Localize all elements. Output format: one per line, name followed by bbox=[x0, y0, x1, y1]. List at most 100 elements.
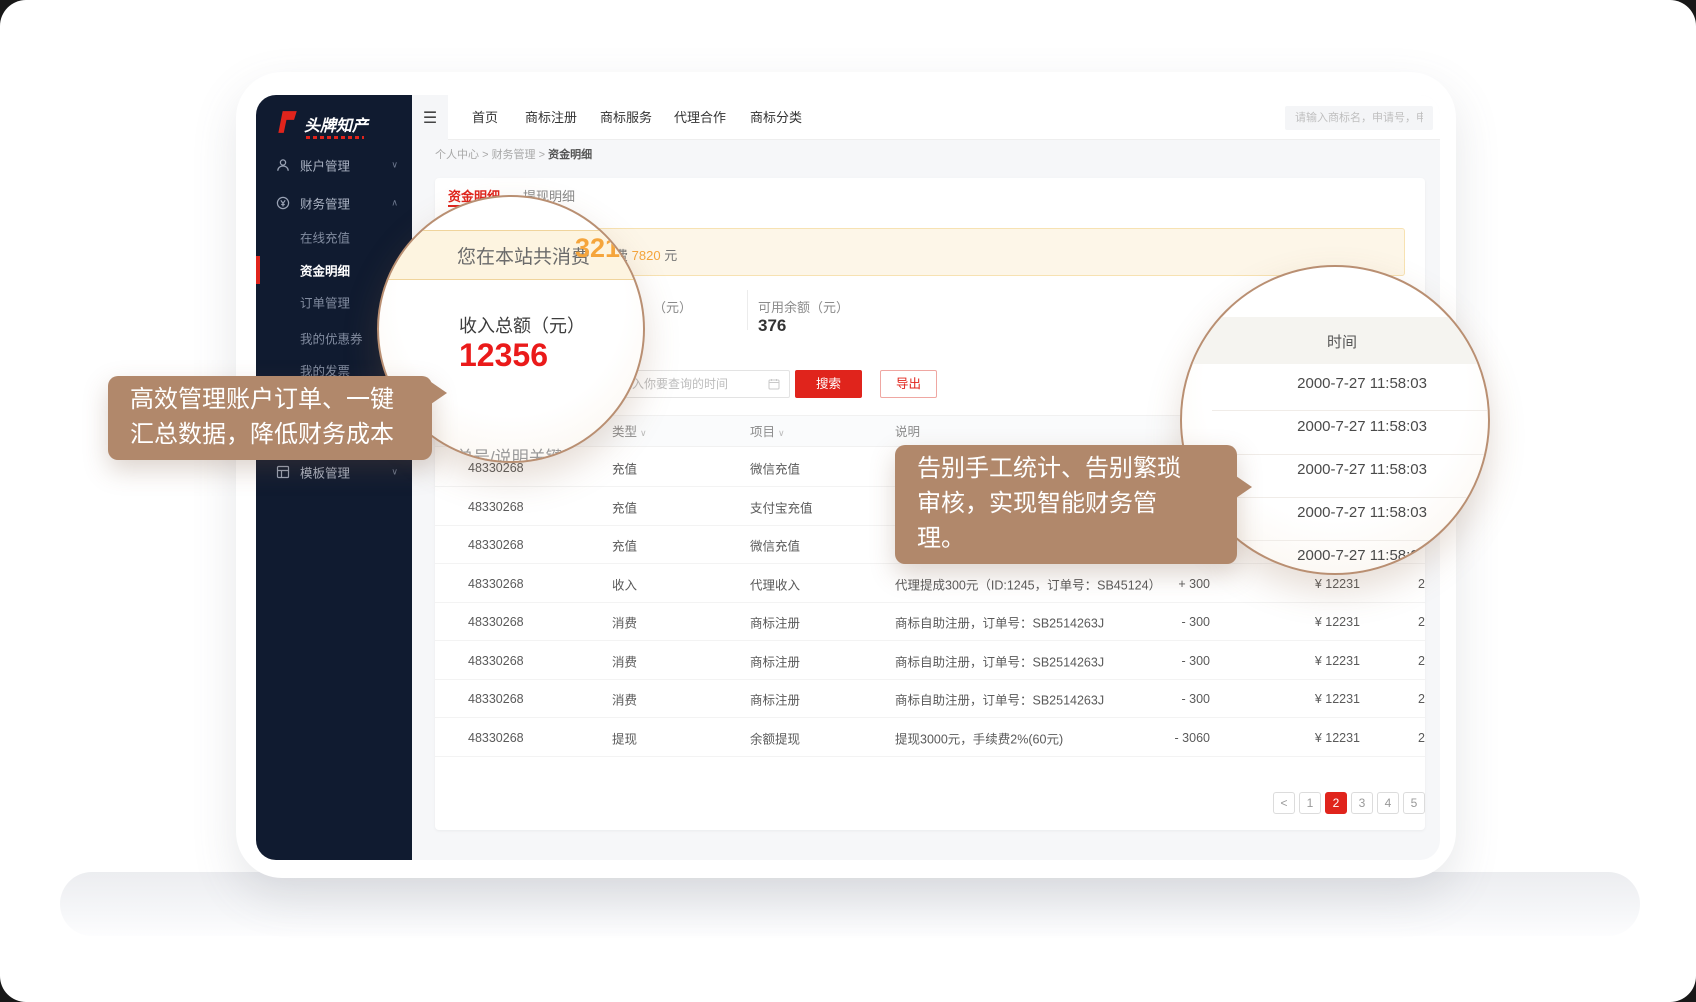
cell-balance: ¥ 12231 bbox=[1225, 654, 1360, 668]
sidebar-item-finance[interactable]: 财务管理 ∧ bbox=[256, 189, 412, 217]
cell-balance: ¥ 12231 bbox=[1225, 731, 1360, 745]
pagination-page-1[interactable]: 1 bbox=[1299, 792, 1321, 814]
laptop-base-shadow bbox=[60, 872, 1640, 936]
banner-unit: 元 bbox=[664, 248, 677, 263]
table-row[interactable]: 48330268 提现 余额提现 提现3000元，手续费2%(60元) - 30… bbox=[435, 719, 1425, 757]
cell-desc: 商标自助注册，订单号：SB2514263J bbox=[895, 612, 1104, 631]
sidebar-item-label: 我的优惠券 bbox=[300, 329, 363, 348]
breadcrumb: 个人中心 > 财务管理 > 资金明细 bbox=[435, 146, 592, 162]
calendar-icon[interactable] bbox=[768, 378, 780, 390]
cell-order: 48330268 bbox=[468, 538, 524, 552]
marketing-page: 头牌知产 账户管理 ∨ 财务管理 ∧ 在线充值 资金 bbox=[0, 0, 1696, 1002]
cell-time: 2000-7-27 11:58:03 bbox=[1418, 577, 1425, 591]
callout-text: 理。 bbox=[917, 521, 1219, 556]
stat-balance-value: 376 bbox=[758, 316, 786, 336]
cell-desc: 商标自助注册，订单号：SB2514263J bbox=[895, 651, 1104, 670]
chevron-up-icon: ∧ bbox=[391, 198, 398, 209]
export-button[interactable]: 导出 bbox=[880, 370, 937, 398]
cell-project: 代理收入 bbox=[750, 574, 800, 593]
lens-row-separator bbox=[1212, 410, 1490, 411]
sidebar-item-label: 模板管理 bbox=[300, 463, 350, 482]
nav-item-agent-cooperation[interactable]: 代理合作 bbox=[674, 95, 726, 140]
breadcrumb-separator: > bbox=[539, 149, 545, 161]
nav-item-home[interactable]: 首页 bbox=[472, 95, 498, 140]
cell-order: 48330268 bbox=[468, 654, 524, 668]
nav-item-trademark-service[interactable]: 商标服务 bbox=[600, 95, 652, 140]
cell-time: 2000-7-27 11:58:03 bbox=[1418, 692, 1425, 706]
lens-banner-prefix: 您在本站共消费 bbox=[457, 242, 590, 269]
callout-text: 告别手工统计、告别繁琐 bbox=[917, 451, 1219, 486]
cell-amount: - 3060 bbox=[1075, 731, 1210, 745]
breadcrumb-home[interactable]: 个人中心 bbox=[435, 149, 479, 161]
pagination-page-2-active[interactable]: 2 bbox=[1325, 792, 1347, 814]
cell-balance: ¥ 12231 bbox=[1225, 577, 1360, 591]
callout-text: 高效管理账户订单、一键 bbox=[130, 382, 414, 417]
search-button[interactable]: 搜索 bbox=[795, 370, 862, 398]
sidebar-item-label: 账户管理 bbox=[300, 156, 350, 175]
cell-time: 2000-7-27 11:58:03 bbox=[1418, 654, 1425, 668]
column-header-desc: 说明 bbox=[895, 416, 920, 448]
cell-project: 商标注册 bbox=[750, 689, 800, 708]
cell-project: 微信充值 bbox=[750, 535, 800, 554]
chevron-down-icon: ∨ bbox=[391, 467, 398, 478]
cell-desc: 商标自助注册，订单号：SB2514263J bbox=[895, 689, 1104, 708]
cell-type: 消费 bbox=[612, 689, 637, 708]
lens-row-separator bbox=[1212, 540, 1490, 541]
cell-amount: - 300 bbox=[1075, 615, 1210, 629]
lens-row-separator bbox=[1212, 497, 1490, 498]
cell-order: 48330268 bbox=[468, 500, 524, 514]
user-icon bbox=[276, 158, 290, 172]
lens-time-value: 2000-7-27 11:58:03 bbox=[1182, 375, 1427, 392]
table-row[interactable]: 48330268 消费 商标注册 商标自助注册，订单号：SB2514263J -… bbox=[435, 642, 1425, 680]
stat-middle-label: （元） bbox=[653, 297, 692, 316]
sort-chevron-icon[interactable]: ∨ bbox=[778, 428, 785, 438]
hamburger-menu-icon[interactable]: ☰ bbox=[412, 95, 448, 140]
cell-amount: + 300 bbox=[1075, 577, 1210, 591]
callout-text: 审核，实现智能财务管 bbox=[917, 486, 1219, 521]
nav-item-trademark-register[interactable]: 商标注册 bbox=[525, 95, 577, 140]
cell-time: 2000-7-27 11:58:03 bbox=[1418, 615, 1425, 629]
callout-left: 高效管理账户订单、一键 汇总数据，降低财务成本 bbox=[108, 376, 432, 460]
lens-row-separator bbox=[1212, 454, 1490, 455]
lens-time-header: 时间 bbox=[1327, 331, 1357, 352]
breadcrumb-finance[interactable]: 财务管理 bbox=[492, 149, 536, 161]
sidebar-item-template[interactable]: 模板管理 ∨ bbox=[256, 458, 412, 486]
sidebar-item-account[interactable]: 账户管理 ∨ bbox=[256, 151, 412, 179]
sort-chevron-icon[interactable]: ∨ bbox=[640, 428, 647, 438]
lens-banner-amount: 32124 bbox=[575, 233, 645, 264]
lens-keyword-header: 订单号/说明关键词 bbox=[439, 443, 580, 463]
table-row[interactable]: 48330268 消费 商标注册 商标自助注册，订单号：SB2514263J -… bbox=[435, 603, 1425, 641]
cell-type: 消费 bbox=[612, 651, 637, 670]
column-header-type[interactable]: 类型∨ bbox=[612, 416, 647, 448]
table-row[interactable]: 48330268 收入 代理收入 代理提成300元（ID:1245，订单号：SB… bbox=[435, 565, 1425, 603]
cell-type: 收入 bbox=[612, 574, 637, 593]
brand-name: 头牌知产 bbox=[304, 112, 368, 136]
stat-balance-label: 可用余额（元） bbox=[758, 297, 849, 316]
pagination-page-3[interactable]: 3 bbox=[1351, 792, 1373, 814]
cell-balance: ¥ 12231 bbox=[1225, 615, 1360, 629]
lens-income-label: 收入总额（元） bbox=[459, 312, 585, 338]
column-header-label: 项目 bbox=[750, 425, 775, 439]
pagination-page-5[interactable]: 5 bbox=[1403, 792, 1425, 814]
nav-item-trademark-category[interactable]: 商标分类 bbox=[750, 95, 802, 140]
column-header-project[interactable]: 项目∨ bbox=[750, 416, 785, 448]
cell-type: 充值 bbox=[612, 458, 637, 477]
table-row[interactable]: 48330268 消费 商标注册 商标自助注册，订单号：SB2514263J -… bbox=[435, 680, 1425, 718]
chevron-down-icon: ∨ bbox=[391, 160, 398, 171]
cell-project: 余额提现 bbox=[750, 728, 800, 747]
cell-order: 48330268 bbox=[468, 731, 524, 745]
cell-desc: 提现3000元，手续费2%(60元) bbox=[895, 728, 1063, 747]
cell-amount: - 300 bbox=[1075, 692, 1210, 706]
cell-amount: - 300 bbox=[1075, 654, 1210, 668]
cell-project: 商标注册 bbox=[750, 612, 800, 631]
cell-balance: ¥ 12231 bbox=[1225, 692, 1360, 706]
pagination-page-4[interactable]: 4 bbox=[1377, 792, 1399, 814]
brand-tagline-decoration bbox=[306, 136, 364, 139]
cell-type: 充值 bbox=[612, 497, 637, 516]
lens-income-value: 12356 bbox=[459, 337, 548, 374]
sidebar: 头牌知产 账户管理 ∨ 财务管理 ∧ 在线充值 资金 bbox=[256, 95, 412, 860]
column-header-label: 类型 bbox=[612, 425, 637, 439]
brand-logo-icon bbox=[274, 109, 300, 135]
global-search-input[interactable] bbox=[1285, 106, 1433, 130]
pagination-prev-button[interactable]: < bbox=[1273, 792, 1295, 814]
